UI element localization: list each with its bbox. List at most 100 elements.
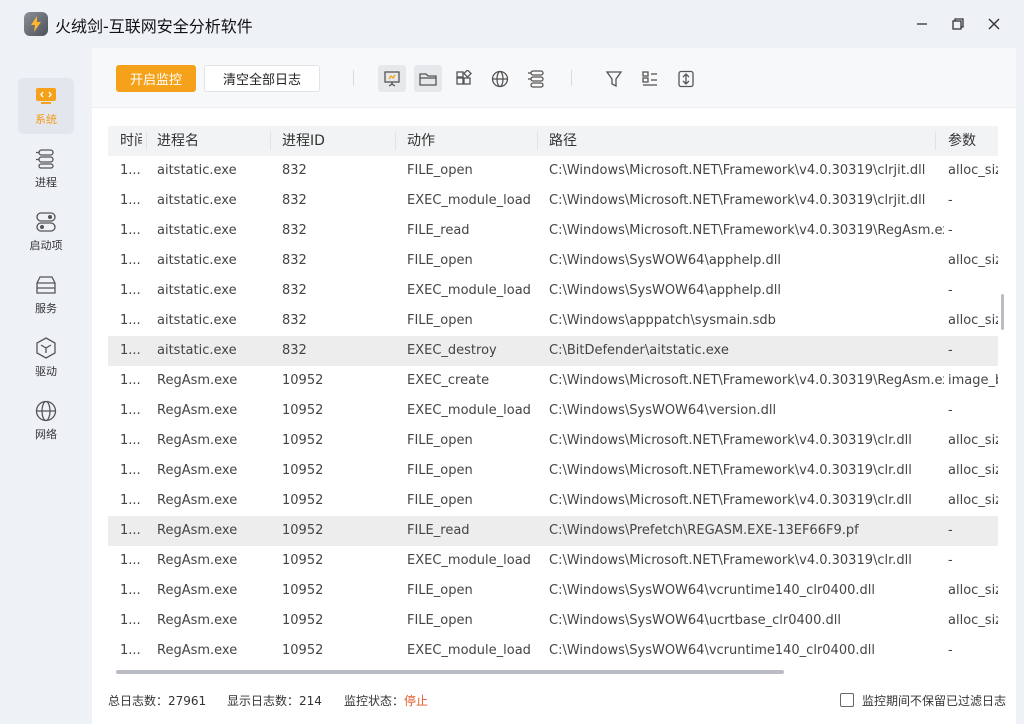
- table-row[interactable]: 1... RegAsm.exe 10952 EXEC_module_load C:\Wi…: [108, 636, 998, 666]
- table-row[interactable]: 1... aitstatic.exe 832 FILE_read C:\Windows\…: [108, 216, 998, 246]
- cell-params: image_ba: [948, 373, 998, 388]
- main-panel: 开启监控 清空全部日志 时间 进程名 进程ID 动作 路径 参数 1... ai…: [92, 48, 1016, 724]
- list-settings-icon[interactable]: [636, 65, 664, 92]
- table-header: 时间 进程名 进程ID 动作 路径 参数: [108, 126, 998, 156]
- total-log-label: 总日志数：: [108, 694, 169, 708]
- sidebar-item-label: 进程: [35, 176, 57, 189]
- cell-process-name: RegAsm.exe: [157, 493, 238, 508]
- header-params[interactable]: 参数: [948, 126, 998, 156]
- table-row[interactable]: 1... RegAsm.exe 10952 FILE_open C:\Windows\M…: [108, 426, 998, 456]
- cell-process-name: aitstatic.exe: [157, 163, 237, 178]
- column-divider[interactable]: [395, 132, 396, 150]
- table-row[interactable]: 1... aitstatic.exe 832 EXEC_module_load C:\W…: [108, 186, 998, 216]
- header-path[interactable]: 路径: [549, 126, 944, 156]
- cell-process-name: RegAsm.exe: [157, 523, 238, 538]
- cell-time: 1...: [120, 343, 141, 358]
- cell-path: C:\Windows\SysWOW64\apphelp.dll: [549, 283, 782, 298]
- table-row[interactable]: 1... RegAsm.exe 10952 FILE_open C:\Windows\S…: [108, 576, 998, 606]
- cell-process-name: RegAsm.exe: [157, 403, 238, 418]
- sidebar-item-service[interactable]: 服务: [18, 267, 74, 323]
- table-row[interactable]: 1... aitstatic.exe 832 EXEC_destroy C:\BitDe…: [108, 336, 998, 366]
- start-monitor-button[interactable]: 开启监控: [116, 65, 196, 92]
- sidebar-item-process[interactable]: 进程: [18, 141, 74, 197]
- cell-params: -: [948, 343, 953, 358]
- horizontal-scrollbar[interactable]: [116, 670, 784, 674]
- globe-icon[interactable]: [486, 65, 514, 92]
- header-time[interactable]: 时间: [120, 126, 142, 156]
- process-icon: [35, 148, 57, 170]
- cell-action: EXEC_module_load: [407, 283, 531, 298]
- cell-time: 1...: [120, 463, 141, 478]
- close-button[interactable]: [982, 12, 1006, 36]
- sidebar-item-label: 启动项: [29, 239, 63, 252]
- title-bar: 火绒剑-互联网安全分析软件: [0, 0, 1024, 48]
- table-row[interactable]: 1... RegAsm.exe 10952 FILE_open C:\Windows\S…: [108, 606, 998, 636]
- table-row[interactable]: 1... aitstatic.exe 832 FILE_open C:\Windows\…: [108, 156, 998, 186]
- cell-params: -: [948, 553, 953, 568]
- cell-action: FILE_open: [407, 313, 473, 328]
- filter-icon[interactable]: [600, 65, 628, 92]
- table-row[interactable]: 1... RegAsm.exe 10952 FILE_open C:\Windows\M…: [108, 486, 998, 516]
- table-row[interactable]: 1... RegAsm.exe 10952 EXEC_create C:\Windows…: [108, 366, 998, 396]
- sort-icon[interactable]: [672, 65, 700, 92]
- column-divider[interactable]: [146, 132, 147, 150]
- cell-process-id: 832: [282, 223, 307, 238]
- header-process-id[interactable]: 进程ID: [282, 126, 392, 156]
- toolbar-divider: [353, 70, 354, 86]
- shown-log-count: 显示日志数：214: [227, 692, 322, 709]
- table-row[interactable]: 1... aitstatic.exe 832 FILE_open C:\Windows\…: [108, 306, 998, 336]
- table-row[interactable]: 1... RegAsm.exe 10952 FILE_read C:\Windows\P…: [108, 516, 998, 546]
- sidebar-item-label: 网络: [35, 428, 57, 441]
- shown-log-label: 显示日志数：: [227, 694, 300, 708]
- minimize-button[interactable]: [910, 12, 934, 36]
- cell-time: 1...: [120, 283, 141, 298]
- window-title: 火绒剑-互联网安全分析软件: [55, 17, 253, 36]
- cell-action: FILE_open: [407, 433, 473, 448]
- header-action[interactable]: 动作: [407, 126, 537, 156]
- sidebar-item-system[interactable]: 系统: [18, 78, 74, 134]
- cell-time: 1...: [120, 163, 141, 178]
- cell-path: C:\Windows\Microsoft.NET\Framework\v4.0.…: [549, 493, 912, 508]
- header-process-name[interactable]: 进程名: [157, 126, 267, 156]
- table-row[interactable]: 1... aitstatic.exe 832 FILE_open C:\Windows\…: [108, 246, 998, 276]
- sidebar-item-driver[interactable]: 驱动: [18, 330, 74, 386]
- keep-filtered-label[interactable]: 监控期间不保留已过滤日志: [862, 692, 1006, 709]
- process-icon[interactable]: [522, 65, 550, 92]
- cell-params: -: [948, 283, 953, 298]
- cell-path: C:\Windows\Microsoft.NET\Framework\v4.0.…: [549, 463, 912, 478]
- cell-action: FILE_open: [407, 253, 473, 268]
- vertical-scrollbar[interactable]: [1001, 294, 1004, 330]
- clear-logs-button[interactable]: 清空全部日志: [204, 65, 320, 92]
- sidebar-item-startup[interactable]: 启动项: [18, 204, 74, 260]
- table-row[interactable]: 1... RegAsm.exe 10952 FILE_open C:\Windows\M…: [108, 456, 998, 486]
- cell-path: C:\Windows\Microsoft.NET\Framework\v4.0.…: [549, 223, 944, 238]
- cell-params: -: [948, 643, 953, 658]
- cell-path: C:\Windows\SysWOW64\vcruntime140_clr0400…: [549, 643, 875, 658]
- cell-process-name: aitstatic.exe: [157, 313, 237, 328]
- table-row[interactable]: 1... RegAsm.exe 10952 EXEC_module_load C:\Wi…: [108, 396, 998, 426]
- cell-action: FILE_open: [407, 463, 473, 478]
- monitor-state-label: 监控状态：: [344, 694, 405, 708]
- column-divider[interactable]: [537, 132, 538, 150]
- cell-time: 1...: [120, 583, 141, 598]
- table-row[interactable]: 1... RegAsm.exe 10952 EXEC_module_load C:\Wi…: [108, 546, 998, 576]
- column-divider[interactable]: [270, 132, 271, 150]
- maximize-button[interactable]: [946, 12, 970, 36]
- table-row[interactable]: 1... aitstatic.exe 832 EXEC_module_load C:\W…: [108, 276, 998, 306]
- presentation-icon[interactable]: [378, 65, 406, 92]
- registry-icon[interactable]: [450, 65, 478, 92]
- total-log-count: 总日志数：27961: [108, 692, 206, 709]
- sidebar-item-label: 驱动: [35, 365, 57, 378]
- sidebar-item-network[interactable]: 网络: [18, 393, 74, 449]
- cell-time: 1...: [120, 433, 141, 448]
- cell-path: C:\Windows\Microsoft.NET\Framework\v4.0.…: [549, 553, 912, 568]
- monitor-state: 监控状态：停止: [344, 692, 428, 709]
- cell-action: FILE_read: [407, 223, 470, 238]
- folder-icon[interactable]: [414, 65, 442, 92]
- cell-params: -: [948, 523, 953, 538]
- cell-process-id: 10952: [282, 583, 324, 598]
- cell-process-id: 10952: [282, 613, 324, 628]
- column-divider[interactable]: [935, 132, 936, 150]
- keep-filtered-checkbox[interactable]: [840, 693, 854, 707]
- cell-path: C:\Windows\Microsoft.NET\Framework\v4.0.…: [549, 193, 926, 208]
